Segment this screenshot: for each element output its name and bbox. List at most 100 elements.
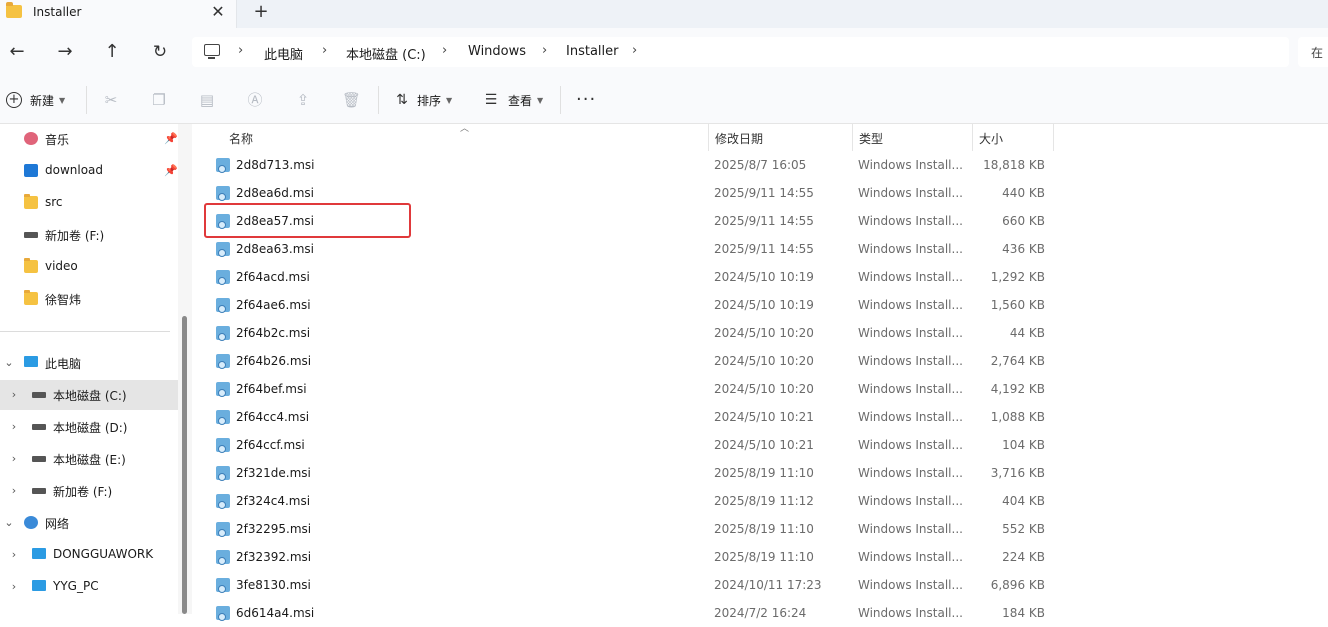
chevron-down-icon: ▼ <box>446 95 453 105</box>
cut-icon[interactable]: ✂ <box>102 91 120 109</box>
file-name[interactable]: 2d8d713.msi <box>236 158 315 172</box>
sidebar-item-network[interactable]: ⌄ 网络 <box>0 508 178 538</box>
sidebar-item-yyg-pc[interactable]: › YYG_PC <box>0 572 178 602</box>
chevron-right-icon[interactable]: › <box>8 420 20 433</box>
column-divider[interactable] <box>852 124 853 151</box>
search-input[interactable]: 在 <box>1298 37 1328 67</box>
table-row[interactable]: 2f64ccf.msi 2024/5/10 10:21 Windows Instal… <box>206 431 1054 459</box>
file-name[interactable]: 2d8ea6d.msi <box>236 186 314 200</box>
table-row[interactable]: 2f64ae6.msi 2024/5/10 10:19 Windows Instal… <box>206 291 1054 319</box>
scrollbar-thumb[interactable] <box>182 316 187 614</box>
tab-installer[interactable]: Installer ✕ <box>0 0 237 28</box>
breadcrumb-windows[interactable]: Windows <box>468 44 526 59</box>
chevron-right-icon[interactable]: › <box>322 43 327 58</box>
delete-icon[interactable]: 🗑 <box>342 91 361 109</box>
column-header-size[interactable]: 大小 <box>979 124 1003 151</box>
file-name[interactable]: 3fe8130.msi <box>236 578 311 592</box>
column-divider[interactable] <box>1053 124 1054 151</box>
table-row[interactable]: 2f324c4.msi 2025/8/19 11:12 Windows Instal… <box>206 487 1054 515</box>
file-name[interactable]: 2f32392.msi <box>236 550 311 564</box>
plus-icon: + <box>6 92 22 108</box>
file-name[interactable]: 2f64acd.msi <box>236 270 310 284</box>
file-name[interactable]: 2f324c4.msi <box>236 494 310 508</box>
file-name[interactable]: 2f64bef.msi <box>236 382 307 396</box>
back-button[interactable]: ← <box>5 40 29 64</box>
chevron-right-icon[interactable]: › <box>542 43 547 58</box>
forward-button[interactable]: → <box>53 40 77 64</box>
file-type: Windows Install... <box>858 606 963 620</box>
pin-icon[interactable]: 📌 <box>164 132 178 145</box>
sidebar-item-drive-c[interactable]: › 本地磁盘 (C:) <box>0 380 178 410</box>
pin-icon[interactable]: 📌 <box>164 164 178 177</box>
column-header-name[interactable]: 名称 <box>229 124 253 151</box>
breadcrumb-installer[interactable]: Installer <box>566 44 618 59</box>
file-name[interactable]: 2f32295.msi <box>236 522 311 536</box>
column-header-date[interactable]: 修改日期 <box>715 124 763 151</box>
copy-icon[interactable]: ❐ <box>150 91 168 109</box>
table-row[interactable]: 2f64b2c.msi 2024/5/10 10:20 Windows Instal… <box>206 319 1054 347</box>
chevron-right-icon[interactable]: › <box>632 43 637 58</box>
new-button[interactable]: + 新建 ▼ <box>6 90 65 110</box>
sidebar-item-drive-e[interactable]: › 本地磁盘 (E:) <box>0 444 178 474</box>
chevron-right-icon[interactable]: › <box>8 484 20 497</box>
sidebar-item-drive-f[interactable]: › 新加卷 (F:) <box>0 476 178 506</box>
file-name[interactable]: 2f321de.msi <box>236 466 311 480</box>
table-row[interactable]: 2f32392.msi 2025/8/19 11:10 Windows Instal… <box>206 543 1054 571</box>
chevron-right-icon[interactable]: › <box>8 452 20 465</box>
breadcrumb-drive-c[interactable]: 本地磁盘 (C:) <box>346 44 426 63</box>
chevron-right-icon[interactable]: › <box>8 388 20 401</box>
file-name[interactable]: 6d614a4.msi <box>236 606 314 620</box>
table-row[interactable]: 2f64acd.msi 2024/5/10 10:19 Windows Instal… <box>206 263 1054 291</box>
up-button[interactable]: ↑ <box>100 40 124 64</box>
chevron-right-icon[interactable]: › <box>442 43 447 58</box>
sidebar-item-user-folder[interactable]: 徐智炜 <box>0 284 178 314</box>
table-row[interactable]: 2f64b26.msi 2024/5/10 10:20 Windows Instal… <box>206 347 1054 375</box>
chevron-down-icon[interactable]: ⌄ <box>3 516 15 529</box>
chevron-right-icon[interactable]: › <box>238 43 243 58</box>
sidebar-scrollbar[interactable] <box>178 124 192 614</box>
more-options-icon[interactable]: ··· <box>576 89 596 110</box>
table-row[interactable]: 2f64bef.msi 2024/5/10 10:20 Windows Instal… <box>206 375 1054 403</box>
table-row[interactable]: 2f32295.msi 2025/8/19 11:10 Windows Instal… <box>206 515 1054 543</box>
file-name[interactable]: 2f64ae6.msi <box>236 298 311 312</box>
column-header-type[interactable]: 类型 <box>859 124 883 151</box>
sidebar-item-video[interactable]: video <box>0 252 178 282</box>
file-name[interactable]: 2f64ccf.msi <box>236 438 305 452</box>
file-date: 2025/8/19 11:10 <box>714 466 814 480</box>
sidebar-item-src[interactable]: src <box>0 188 178 218</box>
sidebar-item-volume-f[interactable]: 新加卷 (F:) <box>0 220 178 250</box>
chevron-down-icon[interactable]: ⌄ <box>3 356 15 369</box>
file-name[interactable]: 2f64b26.msi <box>236 354 311 368</box>
chevron-right-icon[interactable]: › <box>8 548 20 561</box>
paste-icon[interactable]: ▤ <box>198 91 216 109</box>
share-icon[interactable]: ⇪ <box>294 91 312 109</box>
computer-icon <box>32 548 46 559</box>
chevron-right-icon[interactable]: › <box>8 580 20 593</box>
sidebar-item-this-pc[interactable]: ⌄ 此电脑 <box>0 348 178 378</box>
view-button[interactable]: ☰ 查看 ▼ <box>482 90 543 110</box>
file-name[interactable]: 2f64b2c.msi <box>236 326 310 340</box>
close-icon[interactable]: ✕ <box>209 3 227 21</box>
rename-icon[interactable]: Ⓐ <box>246 91 264 109</box>
msi-file-icon <box>216 326 230 341</box>
table-row[interactable]: 2f64cc4.msi 2024/5/10 10:21 Windows Instal… <box>206 403 1054 431</box>
sort-ascending-icon: ︿ <box>460 124 470 134</box>
sidebar-item-music[interactable]: 音乐 📌 <box>0 124 178 154</box>
table-row[interactable]: 2d8ea63.msi 2025/9/11 14:55 Windows Instal… <box>206 235 1054 263</box>
table-row[interactable]: 2d8d713.msi 2025/8/7 16:05 Windows Install… <box>206 151 1054 179</box>
file-name[interactable]: 2f64cc4.msi <box>236 410 309 424</box>
refresh-button[interactable]: ↻ <box>148 40 172 64</box>
table-row[interactable]: 2f321de.msi 2025/8/19 11:10 Windows Instal… <box>206 459 1054 487</box>
sort-button[interactable]: ⇅ 排序 ▼ <box>393 90 452 110</box>
file-name[interactable]: 2d8ea63.msi <box>236 242 314 256</box>
table-row[interactable]: 3fe8130.msi 2024/10/11 17:23 Windows Insta… <box>206 571 1054 599</box>
table-row[interactable]: 6d614a4.msi 2024/7/2 16:24 Windows Install… <box>206 599 1054 627</box>
sidebar-item-dongguawork[interactable]: › DONGGUAWORK <box>0 540 178 570</box>
address-bar[interactable]: › 此电脑 › 本地磁盘 (C:) › Windows › Installer … <box>192 37 1289 67</box>
sidebar-item-drive-d[interactable]: › 本地磁盘 (D:) <box>0 412 178 442</box>
new-tab-button[interactable]: + <box>251 2 271 22</box>
column-divider[interactable] <box>708 124 709 151</box>
column-divider[interactable] <box>972 124 973 151</box>
sidebar-item-download[interactable]: download 📌 <box>0 156 178 186</box>
breadcrumb-this-pc[interactable]: 此电脑 <box>264 44 303 63</box>
